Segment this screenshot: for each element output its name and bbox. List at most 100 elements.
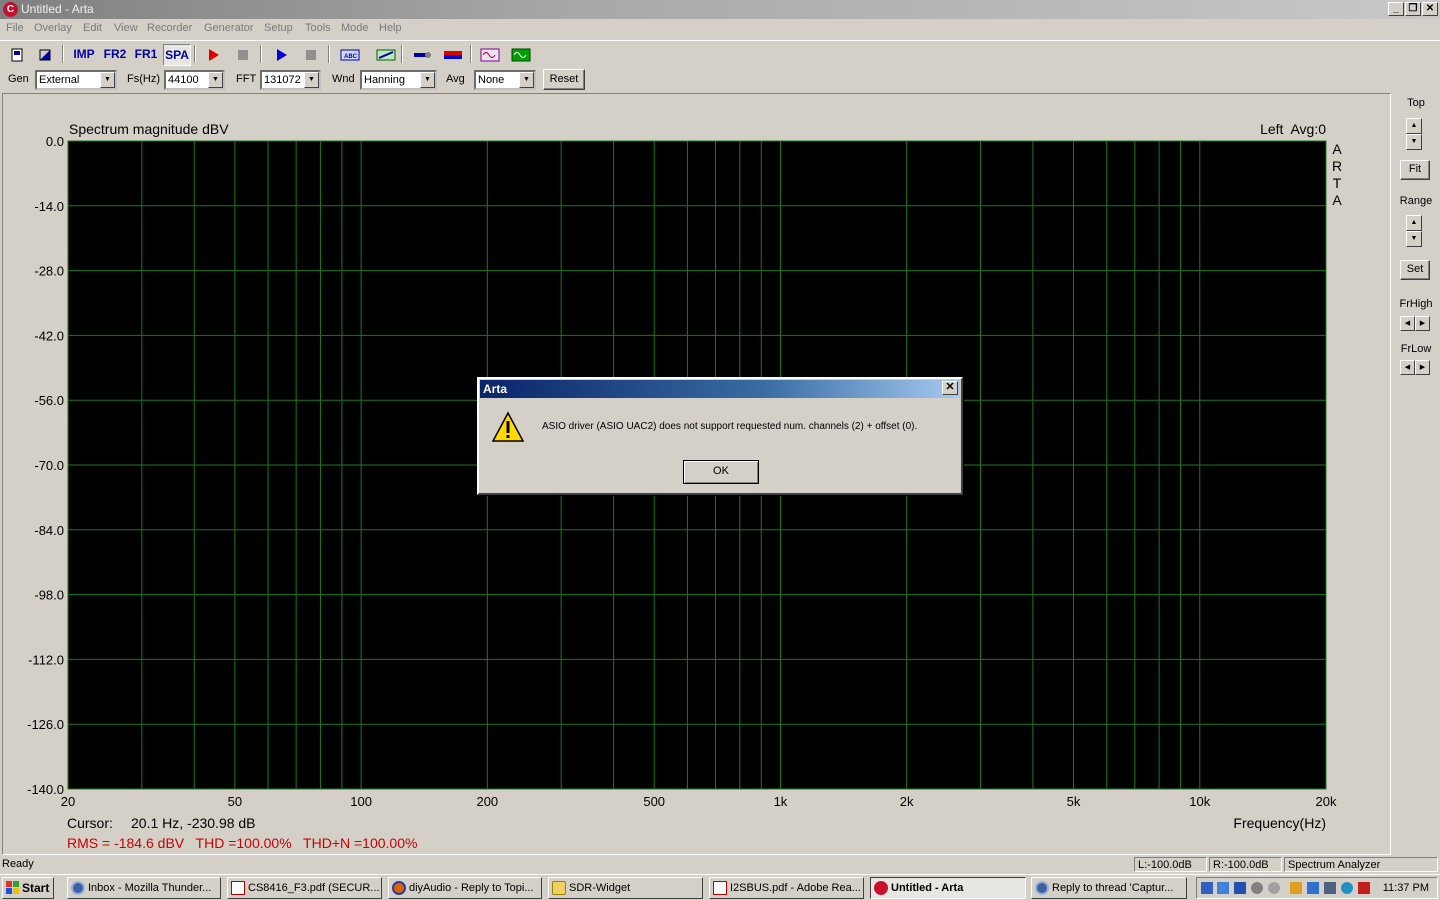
frhigh-right-button[interactable]: ▶ [1415, 316, 1430, 331]
brand-letter: A [1332, 141, 1342, 157]
dialog-message: ASIO driver (ASIO UAC2) does not support… [542, 421, 918, 432]
menu-setup[interactable]: Setup [264, 22, 293, 34]
arta-app-icon[interactable]: C [3, 2, 18, 17]
toolbar-separator [62, 45, 64, 63]
task-label: SDR-Widget [569, 882, 631, 894]
record-button[interactable] [201, 44, 225, 66]
mode-imp-button[interactable]: IMP [70, 44, 98, 66]
minimize-button[interactable]: _ [1388, 2, 1404, 16]
averaging-value: None [478, 74, 505, 86]
fft-size-select[interactable]: 131072 ▼ [260, 70, 321, 90]
task-cs8416-pdf[interactable]: CS8416_F3.pdf (SECUR... [227, 877, 382, 899]
menu-generator[interactable]: Generator [204, 22, 254, 34]
task-thunderbird[interactable]: Inbox - Mozilla Thunder... [67, 877, 221, 899]
y-tick-label: -126.0 [27, 717, 64, 732]
range-up-button[interactable]: ▲ [1406, 215, 1422, 231]
generator-play-button[interactable] [269, 44, 293, 66]
sine-wave-icon [480, 48, 500, 62]
display-icon[interactable] [1217, 882, 1229, 894]
task-arta[interactable]: Untitled - Arta [870, 877, 1026, 899]
scope-button[interactable] [509, 44, 533, 66]
mode-fr2-button[interactable]: FR2 [101, 44, 129, 66]
y-tick-label: 0.0 [46, 134, 64, 149]
pdf-icon [713, 881, 727, 895]
reset-button[interactable]: Reset [543, 69, 585, 90]
y-tick-label: -56.0 [34, 393, 64, 408]
bluetooth-icon[interactable] [1234, 882, 1246, 894]
signal-generator-button[interactable] [478, 44, 502, 66]
window-select[interactable]: Hanning ▼ [360, 70, 437, 90]
dialog-ok-button[interactable]: OK [683, 460, 759, 484]
fft-label: FFT [236, 73, 257, 85]
taskbar: Start Inbox - Mozilla Thunder... CS8416_… [0, 874, 1440, 900]
dialog-close-icon[interactable]: ✕ [942, 381, 958, 395]
open-file-button[interactable] [33, 44, 57, 66]
task-i2sbus-pdf[interactable]: I2SBUS.pdf - Adobe Rea... [709, 877, 864, 899]
abc-icon: ABC [340, 49, 360, 61]
menu-help[interactable]: Help [379, 22, 402, 34]
top-up-button[interactable]: ▲ [1406, 118, 1422, 134]
right-control-panel: Top ▲ ▼ Fit Range ▲ ▼ Set FrHigh ◀ ▶ FrL… [1392, 93, 1440, 855]
toolbar-separator [194, 45, 196, 63]
title-bar: C Untitled - Arta _ ❐ ✕ [0, 0, 1440, 19]
cursor-value: 20.1 Hz, -230.98 dB [131, 815, 256, 831]
menu-view[interactable]: View [114, 22, 138, 34]
sample-rate-select[interactable]: 44100 ▼ [164, 70, 225, 90]
menu-overlay[interactable]: Overlay [34, 22, 72, 34]
calibration-button[interactable] [374, 44, 398, 66]
frlow-left-button[interactable]: ◀ [1400, 360, 1415, 375]
audio-icon[interactable] [1251, 882, 1263, 894]
x-axis-label: Frequency(Hz) [1233, 815, 1326, 831]
probe-button[interactable] [410, 44, 434, 66]
set-button[interactable]: Set [1400, 260, 1430, 280]
dropdown-arrow-icon[interactable]: ▼ [208, 72, 223, 88]
frhigh-left-button[interactable]: ◀ [1400, 316, 1415, 331]
security-icon[interactable] [1290, 882, 1302, 894]
dropdown-arrow-icon[interactable]: ▼ [420, 72, 435, 88]
mode-fr1-button[interactable]: FR1 [132, 44, 160, 66]
abc-button[interactable]: ABC [338, 44, 362, 66]
flag-icon[interactable] [1358, 882, 1370, 894]
usb-icon[interactable] [1307, 882, 1319, 894]
start-button[interactable]: Start [2, 877, 54, 899]
y-tick-label: -14.0 [34, 199, 64, 214]
top-down-button[interactable]: ▼ [1406, 134, 1422, 150]
generator-select[interactable]: External ▼ [35, 70, 117, 90]
menu-mode[interactable]: Mode [341, 22, 369, 34]
dropdown-arrow-icon[interactable]: ▼ [100, 72, 115, 88]
maximize-button[interactable]: ❐ [1405, 2, 1421, 16]
task-sdr-widget[interactable]: SDR-Widget [548, 877, 703, 899]
dropdown-arrow-icon[interactable]: ▼ [519, 72, 534, 88]
toolbar-separator [260, 45, 262, 63]
menu-file[interactable]: File [6, 22, 24, 34]
fit-button[interactable]: Fit [1400, 160, 1430, 180]
mode-spa-button[interactable]: SPA [163, 44, 191, 66]
menu-edit[interactable]: Edit [83, 22, 102, 34]
menu-tools[interactable]: Tools [305, 22, 331, 34]
mode-pane: Spectrum Analyzer [1284, 857, 1438, 872]
range-down-button[interactable]: ▼ [1406, 231, 1422, 247]
close-button[interactable]: ✕ [1422, 2, 1438, 16]
sync-icon[interactable] [1341, 882, 1353, 894]
y-tick-label: -28.0 [34, 264, 64, 279]
stop-icon [306, 50, 316, 60]
record-stop-button[interactable] [231, 44, 255, 66]
task-reply-thread[interactable]: Reply to thread 'Captur... [1031, 877, 1187, 899]
disc-icon[interactable] [1268, 882, 1280, 894]
task-diyaudio[interactable]: diyAudio - Reply to Topi... [388, 877, 542, 899]
printer-icon[interactable] [1324, 882, 1336, 894]
frlow-right-button[interactable]: ▶ [1415, 360, 1430, 375]
averaging-select[interactable]: None ▼ [474, 70, 536, 90]
network-icon[interactable] [1201, 882, 1213, 894]
new-file-button[interactable] [5, 44, 29, 66]
x-tick-label: 2k [900, 794, 914, 809]
y-tick-label: -70.0 [34, 458, 64, 473]
x-tick-label: 100 [350, 794, 372, 809]
dropdown-arrow-icon[interactable]: ▼ [304, 72, 319, 88]
window-title: Untitled - Arta [21, 2, 94, 16]
level-meter-button[interactable] [441, 44, 465, 66]
generator-stop-button[interactable] [299, 44, 323, 66]
arta-icon [874, 881, 888, 895]
menu-recorder[interactable]: Recorder [147, 22, 192, 34]
brand-letter: T [1333, 175, 1342, 191]
